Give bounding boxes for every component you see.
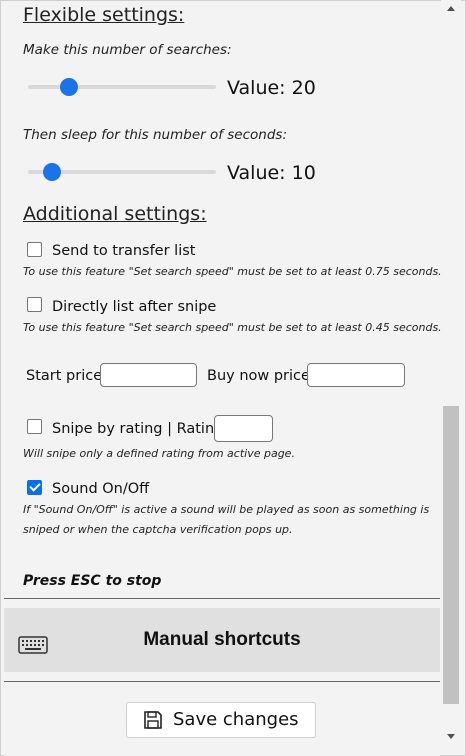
settings-content: Flexible settings: Make this number of s… [0,0,442,756]
searches-slider[interactable] [28,76,216,98]
divider [4,598,440,599]
sound-label[interactable]: Sound On/Off [52,481,149,497]
searches-value: Value: 20 [227,77,316,99]
flexible-settings-title: Flexible settings: [23,4,185,26]
sleep-label: Then sleep for this number of seconds: [23,127,288,143]
manual-shortcuts-button[interactable]: Manual shortcuts [4,608,440,672]
scrollbar-thumb[interactable] [443,406,459,704]
scroll-up-arrow-icon[interactable] [446,4,456,14]
send-transfer-label[interactable]: Send to transfer list [52,243,195,259]
send-transfer-note: To use this feature "Set search speed" m… [23,265,442,278]
sleep-value: Value: 10 [227,162,316,184]
floppy-disk-icon [144,711,162,729]
rating-input[interactable] [214,415,273,442]
direct-list-label[interactable]: Directly list after snipe [52,299,216,315]
save-changes-button[interactable]: Save changes [126,702,316,738]
direct-list-checkbox[interactable] [27,297,42,312]
snipe-rating-note: Will snipe only a defined rating from ac… [23,447,295,460]
manual-shortcuts-label: Manual shortcuts [143,629,301,650]
start-price-input[interactable] [100,363,197,387]
sound-note-line1: If "Sound On/Off" is active a sound will… [23,503,430,516]
snipe-rating-label[interactable]: Snipe by rating | Rating: [52,421,228,437]
buy-now-price-input[interactable] [307,363,405,387]
start-price-label: Start price: [26,368,108,384]
divider [4,681,440,682]
snipe-rating-checkbox[interactable] [27,419,42,434]
slider-track [28,85,216,89]
additional-settings-title: Additional settings: [23,203,207,225]
sound-note-line2: sniped or when the captcha verification … [23,523,293,536]
slider-thumb[interactable] [43,163,62,181]
sleep-slider[interactable] [28,161,216,183]
buy-now-price-label: Buy now price: [207,368,315,384]
direct-list-note: To use this feature "Set search speed" m… [23,321,442,334]
sound-checkbox[interactable] [27,480,42,495]
slider-thumb[interactable] [60,78,79,96]
send-transfer-checkbox[interactable] [27,242,42,257]
scroll-down-arrow-icon[interactable] [446,731,456,741]
press-esc-hint: Press ESC to stop [23,573,162,589]
searches-label: Make this number of searches: [23,42,232,58]
save-changes-label: Save changes [173,709,299,730]
